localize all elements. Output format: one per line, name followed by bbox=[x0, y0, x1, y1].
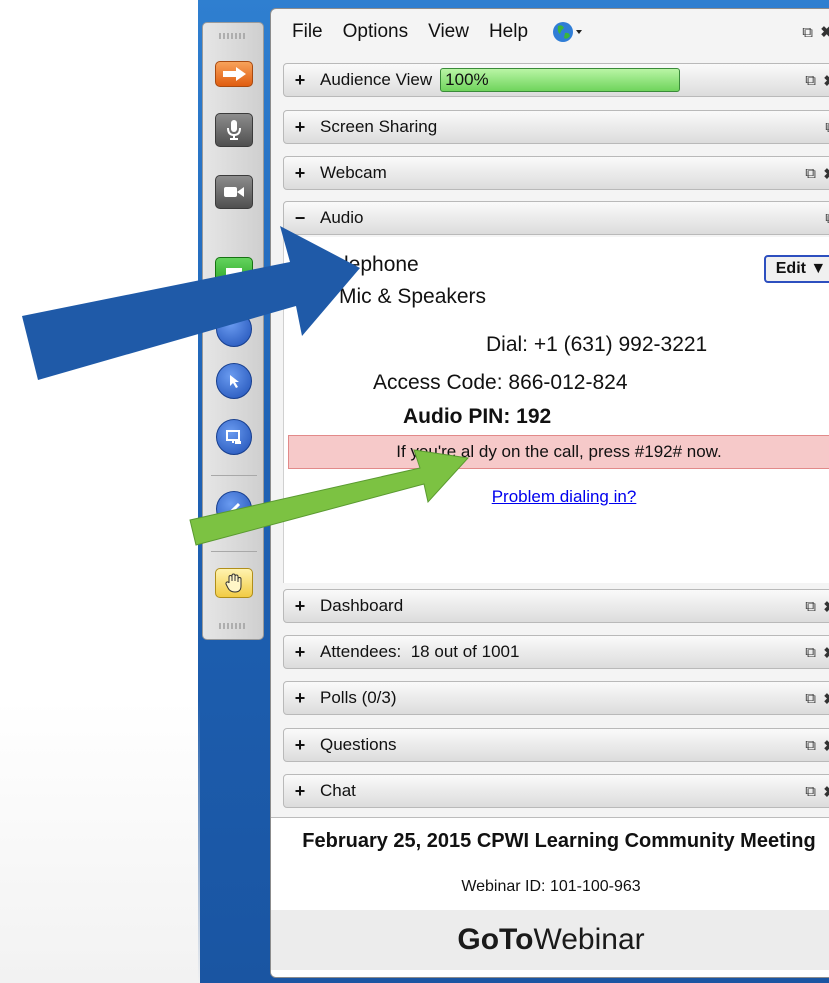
expand-icon[interactable]: + bbox=[293, 71, 307, 89]
panel-title: Screen Sharing bbox=[320, 117, 438, 136]
screen-share-button[interactable] bbox=[215, 257, 253, 291]
cursor-icon bbox=[230, 375, 239, 388]
expand-icon[interactable]: + bbox=[293, 164, 307, 182]
panel-screen-sharing[interactable]: + Screen Sharing ⧉ bbox=[283, 110, 829, 144]
dial-number: Dial: +1 (631) 992-3221 bbox=[486, 333, 708, 356]
close-icon[interactable]: ✖ bbox=[823, 644, 829, 662]
popout-icon[interactable]: ⧉ bbox=[805, 644, 816, 661]
panel-audio[interactable]: − Audio ⧉ bbox=[283, 201, 829, 235]
close-icon[interactable]: ✖ bbox=[823, 598, 829, 616]
webinar-info: February 25, 2015 CPWI Learning Communit… bbox=[271, 817, 829, 977]
menu-options[interactable]: Options bbox=[343, 21, 408, 43]
expand-icon[interactable]: + bbox=[293, 782, 307, 800]
pointer-tool-button[interactable] bbox=[216, 363, 252, 399]
expand-icon[interactable]: + bbox=[293, 643, 307, 661]
highlight-tool-button[interactable] bbox=[216, 491, 252, 527]
raise-hand-button[interactable] bbox=[215, 568, 253, 598]
expand-icon[interactable]: + bbox=[293, 597, 307, 615]
audience-progress-bar: 100% bbox=[440, 68, 681, 92]
microphone-icon bbox=[227, 120, 241, 140]
menu-bar: File Options View Help ⧉ ✖ bbox=[271, 9, 829, 55]
close-icon[interactable]: ✖ bbox=[823, 737, 829, 755]
camera-icon bbox=[224, 187, 244, 197]
toolbar-divider bbox=[211, 475, 257, 476]
expand-icon[interactable]: + bbox=[293, 736, 307, 754]
globe-icon bbox=[553, 22, 583, 42]
close-icon[interactable]: ✖ bbox=[823, 72, 829, 90]
panel-title: Attendees: 18 out of 1001 bbox=[320, 642, 520, 661]
panel-chat[interactable]: + Chat ⧉ ✖ bbox=[283, 774, 829, 808]
webcam-button[interactable] bbox=[215, 175, 253, 209]
panel-webcam[interactable]: + Webcam ⧉ ✖ bbox=[283, 156, 829, 190]
panel-dashboard[interactable]: + Dashboard ⧉ ✖ bbox=[283, 589, 829, 623]
menu-help[interactable]: Help bbox=[489, 21, 528, 43]
panel-title: Webcam bbox=[320, 163, 387, 182]
panel-attendees[interactable]: + Attendees: 18 out of 1001 ⧉ ✖ bbox=[283, 635, 829, 669]
microphone-button[interactable] bbox=[215, 113, 253, 147]
gotowebinar-logo: GoTo Webinar bbox=[271, 910, 829, 970]
panel-title: Polls (0/3) bbox=[320, 688, 397, 707]
brand-goto: GoTo bbox=[457, 923, 534, 956]
close-icon[interactable]: ✖ bbox=[823, 165, 829, 183]
access-code: Access Code: 866-012-824 bbox=[373, 371, 628, 394]
audio-panel-body: lephone Mic & Speakers Edit ▼ Dial: +1 (… bbox=[283, 237, 829, 583]
audio-pin: Audio PIN: 192 bbox=[403, 405, 552, 428]
hand-icon bbox=[225, 573, 242, 593]
panel-questions[interactable]: + Questions ⧉ ✖ bbox=[283, 728, 829, 762]
popout-icon[interactable]: ⧉ bbox=[802, 24, 813, 41]
panel-polls[interactable]: + Polls (0/3) ⧉ ✖ bbox=[283, 681, 829, 715]
popout-icon[interactable]: ⧉ bbox=[805, 598, 816, 615]
popout-icon[interactable]: ⧉ bbox=[825, 210, 829, 227]
panel-title: Audio bbox=[320, 208, 364, 227]
draw-tool-button[interactable] bbox=[216, 311, 252, 347]
problem-dialing-link[interactable]: Problem dialing in? bbox=[284, 487, 829, 507]
pen-icon bbox=[227, 502, 241, 516]
toolbar-grip[interactable] bbox=[219, 623, 247, 629]
arrow-right-icon bbox=[223, 67, 246, 81]
toolbar bbox=[202, 22, 264, 640]
panel-title: Questions bbox=[320, 735, 397, 754]
toolbar-grip[interactable] bbox=[219, 33, 247, 39]
close-icon[interactable]: ✖ bbox=[823, 783, 829, 801]
panel-title: Audience View bbox=[320, 70, 433, 89]
panel-audience-view[interactable]: + Audience View 100% ⧉ ✖ bbox=[283, 63, 829, 97]
brand-webinar: Webinar bbox=[533, 923, 645, 956]
background-fade bbox=[0, 700, 200, 983]
telephone-option[interactable]: lephone bbox=[344, 253, 419, 277]
webinar-title: February 25, 2015 CPWI Learning Communit… bbox=[302, 830, 816, 852]
menu-view[interactable]: View bbox=[428, 21, 469, 43]
toolbar-divider bbox=[211, 551, 257, 552]
popout-icon[interactable]: ⧉ bbox=[805, 690, 816, 707]
language-menu[interactable] bbox=[552, 20, 584, 44]
mic-speakers-option[interactable]: Mic & Speakers bbox=[339, 285, 486, 309]
popout-icon[interactable]: ⧉ bbox=[805, 783, 816, 800]
close-icon[interactable]: ✖ bbox=[823, 690, 829, 708]
panel-title: Dashboard bbox=[320, 596, 404, 615]
webinar-id: Webinar ID: 101-100-963 bbox=[461, 878, 641, 895]
control-panel: File Options View Help ⧉ ✖ + Audience Vi… bbox=[270, 8, 829, 978]
popout-icon[interactable]: ⧉ bbox=[805, 165, 816, 182]
expand-icon[interactable]: + bbox=[293, 118, 307, 136]
popout-icon[interactable]: ⧉ bbox=[825, 119, 829, 136]
popout-icon[interactable]: ⧉ bbox=[805, 72, 816, 89]
call-notice: If you're al dy on the call, press #192#… bbox=[288, 435, 829, 469]
edit-dropdown-button[interactable]: Edit ▼ bbox=[764, 255, 829, 283]
collapse-icon[interactable]: − bbox=[293, 209, 307, 227]
close-icon[interactable]: ✖ bbox=[820, 23, 829, 41]
screen-icon bbox=[226, 268, 242, 279]
menu-file[interactable]: File bbox=[292, 21, 323, 43]
popout-icon[interactable]: ⧉ bbox=[805, 737, 816, 754]
presentation-icon bbox=[226, 430, 241, 444]
presentation-tool-button[interactable] bbox=[216, 419, 252, 455]
panel-title: Chat bbox=[320, 781, 356, 800]
expand-icon[interactable]: + bbox=[293, 689, 307, 707]
collapse-arrow-button[interactable] bbox=[215, 61, 253, 87]
